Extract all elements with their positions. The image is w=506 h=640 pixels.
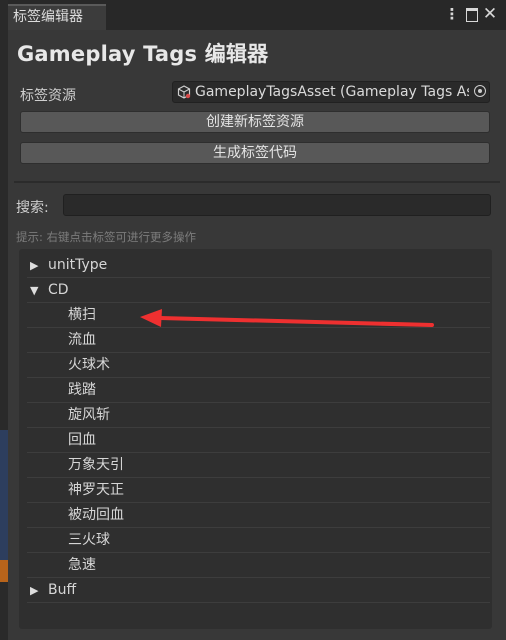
tree-row-label: unitType xyxy=(48,257,108,273)
close-icon[interactable]: ✕ xyxy=(482,5,498,23)
tree-tag-row[interactable]: 流血 xyxy=(19,328,492,353)
tree-row-label: 三火球 xyxy=(68,532,110,548)
tree-row-label: 神罗天正 xyxy=(68,482,124,498)
tree-row-label: CD xyxy=(48,282,69,298)
tree-row-label: 万象天引 xyxy=(68,457,124,473)
kebab-menu-icon[interactable]: ⋮ xyxy=(444,5,460,23)
tree-tag-row[interactable]: 横扫 xyxy=(19,303,492,328)
hint-text: 提示: 右键点击标签可进行更多操作 xyxy=(16,230,197,244)
expand-right-icon[interactable]: ▶ xyxy=(30,253,38,278)
editor-background-strip xyxy=(0,0,8,640)
background-panel xyxy=(0,430,8,560)
tree-row-label: Buff xyxy=(48,582,77,598)
tree-row-label: 旋风斩 xyxy=(68,407,110,423)
divider xyxy=(14,181,500,183)
window-tab[interactable]: 标签编辑器 xyxy=(8,4,106,30)
tree-row-label: 火球术 xyxy=(68,357,110,373)
tree-tag-row[interactable]: 急速 xyxy=(19,553,492,578)
scriptable-object-icon xyxy=(177,85,191,99)
search-label: 搜索: xyxy=(16,200,49,216)
expand-right-icon[interactable]: ▶ xyxy=(30,578,38,603)
tree-row-label: 践踏 xyxy=(68,382,96,398)
create-asset-button[interactable]: 创建新标签资源 xyxy=(20,111,490,133)
tree-tag-row[interactable]: 三火球 xyxy=(19,528,492,553)
object-picker-icon[interactable] xyxy=(474,85,486,97)
tag-editor-window: 标签编辑器 ⋮ ✕ Gameplay Tags 编辑器 标签资源 Gamepla… xyxy=(8,0,506,640)
search-input[interactable] xyxy=(63,194,491,216)
tree-row-label: 急速 xyxy=(68,557,96,573)
tree-tag-row[interactable]: 回血 xyxy=(19,428,492,453)
page-title: Gameplay Tags 编辑器 xyxy=(17,42,269,66)
tree-group-row[interactable]: ▶ Buff xyxy=(19,578,492,603)
tree-tag-row[interactable]: 万象天引 xyxy=(19,453,492,478)
tree-row-label: 被动回血 xyxy=(68,507,124,523)
expand-down-icon[interactable]: ▼ xyxy=(30,278,38,303)
tree-group-row[interactable]: ▼ CD xyxy=(19,278,492,303)
generate-code-button[interactable]: 生成标签代码 xyxy=(20,142,490,164)
asset-label: 标签资源 xyxy=(20,88,76,104)
tree-tag-row[interactable]: 被动回血 xyxy=(19,503,492,528)
row-divider xyxy=(27,602,490,603)
maximize-icon[interactable] xyxy=(464,5,480,23)
tree-group-row[interactable]: ▶ unitType xyxy=(19,253,492,278)
tag-tree: ▶ unitType ▼ CD 横扫流血火球术践踏旋风斩回血万象天引神罗天正被动回血三火… xyxy=(19,249,492,629)
background-highlight xyxy=(0,560,8,582)
tree-tag-row[interactable]: 旋风斩 xyxy=(19,403,492,428)
tree-tag-row[interactable]: 践踏 xyxy=(19,378,492,403)
tree-row-label: 流血 xyxy=(68,332,96,348)
tree-row-label: 横扫 xyxy=(68,307,96,323)
tree-tag-row[interactable]: 神罗天正 xyxy=(19,478,492,503)
title-bar: 标签编辑器 ⋮ ✕ xyxy=(8,0,506,30)
asset-object-field[interactable]: GameplayTagsAsset (Gameplay Tags Asset) xyxy=(172,81,490,103)
tree-row-label: 回血 xyxy=(68,432,96,448)
asset-value: GameplayTagsAsset (Gameplay Tags Asset) xyxy=(195,84,469,100)
tree-tag-row[interactable]: 火球术 xyxy=(19,353,492,378)
